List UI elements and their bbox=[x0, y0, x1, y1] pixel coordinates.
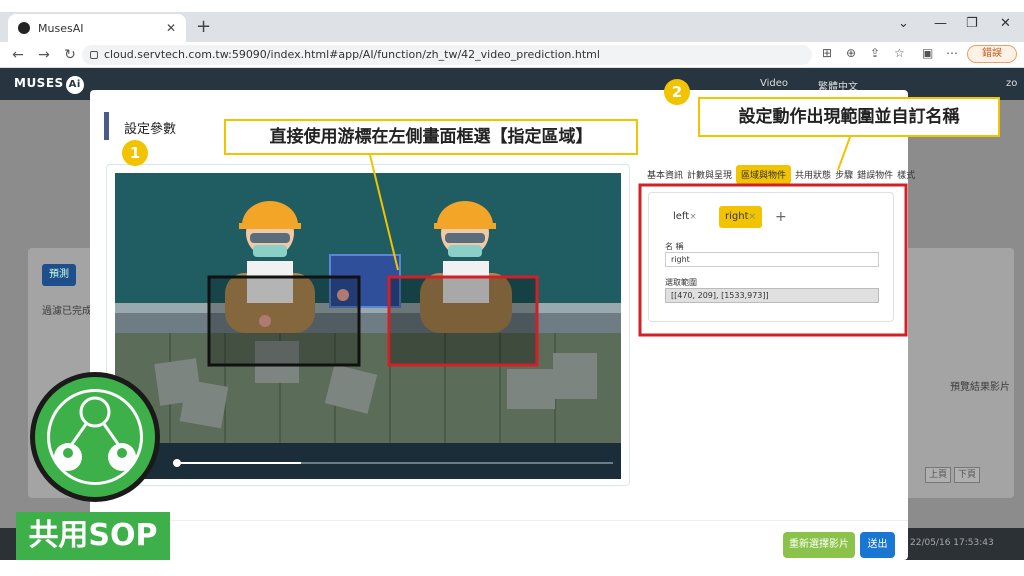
team-network-icon bbox=[54, 396, 136, 471]
screenshot-frame: MusesAI ✕ + ⌄ — ❐ ✕ ← → ↻ cloud.servtech… bbox=[0, 0, 1024, 576]
annotation-overlay bbox=[369, 136, 908, 337]
shared-sop-badge bbox=[30, 372, 160, 502]
shared-sop-label: 共用SOP bbox=[16, 512, 170, 560]
right-panel-highlight bbox=[638, 183, 908, 337]
callout-1-pointer bbox=[369, 154, 399, 271]
sop-badge-ring bbox=[47, 389, 143, 485]
callout-2-pointer bbox=[837, 136, 851, 171]
